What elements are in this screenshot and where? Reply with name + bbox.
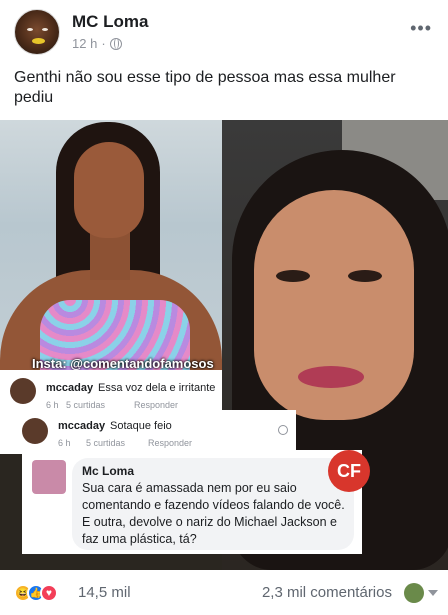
chevron-down-icon[interactable] [428,590,438,596]
author-name[interactable]: MC Loma [72,12,149,32]
cf-logo: CF [328,450,370,492]
globe-icon [109,37,122,50]
avatar-eye [42,28,48,31]
comment-age: 6 h [46,400,59,410]
reply-avatar [32,460,66,494]
screenshot-comment: mccaday Sotaque feio 6 h 5 curtidas Resp… [0,410,296,454]
comment-user: mccaday [46,382,94,394]
comment-user: mccaday [58,420,106,432]
reaction-count[interactable]: 14,5 mil [78,584,131,601]
comment-text: Essa voz dela e irritante [98,382,216,394]
reply-user: Mc Loma [82,464,135,478]
reactions-summary[interactable]: 😆 👍 ♥ [14,584,58,602]
screenshot-reply: Mc Loma Sua cara é amassada nem por eu s… [22,450,362,554]
heart-icon [278,425,288,435]
post-text: Genthi não sou esse tipo de pessoa mas e… [14,69,396,106]
comment-likes: 5 curtidas [86,438,126,448]
post-time[interactable]: 12 h [72,36,97,51]
post-meta: 12 h · [72,36,122,51]
meta-separator: · [101,36,106,51]
reply-bubble: Mc Loma Sua cara é amassada nem por eu s… [72,458,354,550]
love-reaction-icon: ♥ [40,584,58,602]
comment-text: Sotaque feio [110,420,172,432]
screenshot-comment: mccaday Essa voz dela e irritante 6 h 5 … [0,370,222,414]
avatar-lips [32,38,45,44]
post-header: MC Loma 12 h · ••• [0,0,448,62]
comment-avatar [10,378,36,404]
post-photo[interactable]: Insta: @comentandofamosos mccaday Essa v… [0,120,448,570]
more-options-icon[interactable]: ••• [410,18,432,39]
comment-age: 6 h [58,438,71,448]
comment-reply: Responder [148,438,193,448]
comment-count[interactable]: 2,3 mil comentários [262,584,392,601]
post-footer: 😆 👍 ♥ 14,5 mil 2,3 mil comentários [0,570,448,615]
avatar-eye [27,28,33,31]
left-portrait: Insta: @comentandofamosos [0,120,222,382]
watermark-text: Insta: @comentandofamosos [32,356,214,371]
comment-reply: Responder [134,400,179,410]
comment-avatar [22,418,48,444]
comment-likes: 5 curtidas [66,400,106,410]
viewer-avatar-icon[interactable] [404,583,424,603]
author-avatar[interactable] [14,9,60,55]
reply-text: Sua cara é amassada nem por eu saio come… [82,481,345,546]
